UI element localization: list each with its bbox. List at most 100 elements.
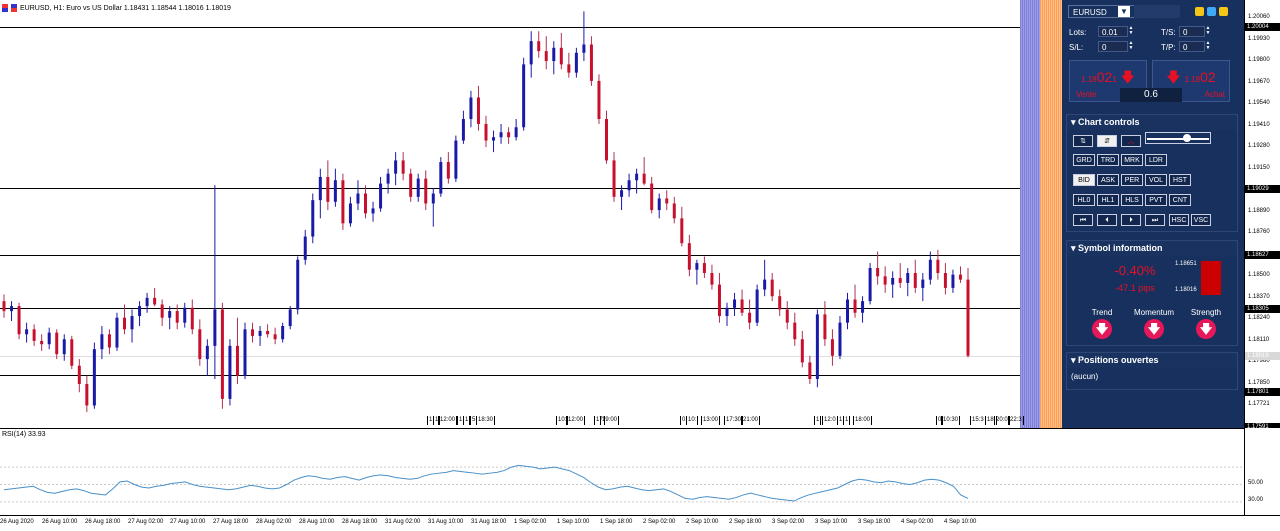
- time-tick: 2 Sep 18:00: [729, 519, 762, 525]
- control-button-ldr[interactable]: LDR: [1145, 154, 1167, 166]
- candle-body: [153, 297, 157, 305]
- candle-body: [168, 311, 172, 318]
- candle-body: [928, 259, 932, 280]
- control-button-pvt[interactable]: PVT: [1145, 194, 1167, 206]
- link-icon[interactable]: [1195, 7, 1204, 16]
- rsi-panel[interactable]: RSI(14) 33.93: [0, 428, 1244, 516]
- price-chart[interactable]: 1 1 12:00 1 1 5 18:30 10: 12:00 17 19:00 0 10: 13:00 1…: [0, 0, 1244, 428]
- candle-body: [55, 332, 59, 355]
- time-tick: 1 Sep 10:00: [557, 519, 590, 525]
- tp-field[interactable]: 0: [1179, 41, 1205, 52]
- sl-stepper[interactable]: ▲ ▼: [1128, 41, 1134, 52]
- session-marks: 1 1 12:00 1 1 5 18:30 10: 12:00 17 19:00 0 10: 13:00 1…: [0, 416, 1062, 426]
- control-button-⏭[interactable]: ⏭: [1145, 214, 1165, 226]
- candle-body: [567, 64, 571, 73]
- candle-body: [47, 332, 51, 345]
- rsi-line: [0, 464, 1244, 503]
- candle-body: [10, 306, 14, 312]
- chevron-down-icon[interactable]: ▼: [1118, 6, 1130, 17]
- candle-body: [386, 173, 390, 184]
- lots-stepper[interactable]: ▲ ▼: [1128, 26, 1134, 37]
- chart-type-candle-button[interactable]: ⇅: [1073, 135, 1093, 147]
- price-axis[interactable]: 1.20060 1.19930 1.19800 1.19670 1.19540 1.194…: [1244, 0, 1280, 431]
- control-button-hls[interactable]: HLS: [1121, 194, 1143, 206]
- candle-body: [793, 322, 797, 340]
- candle-body: [364, 193, 367, 214]
- lots-field[interactable]: 0.01: [1098, 26, 1128, 37]
- chart-controls-section: ▾ Chart controls ⇅ ⇵ ︿ GRD TRD MRK LDR BID AS…: [1066, 114, 1238, 232]
- control-button-hsc[interactable]: HSC: [1169, 214, 1189, 226]
- info-icon[interactable]: [1219, 7, 1228, 16]
- ts-field[interactable]: 0: [1179, 26, 1205, 37]
- control-button-grd[interactable]: GRD: [1073, 154, 1095, 166]
- candle-body: [537, 41, 541, 52]
- candle-body: [763, 279, 767, 290]
- control-button-mrk[interactable]: MRK: [1121, 154, 1143, 166]
- candle-body: [529, 41, 533, 65]
- candle-body: [665, 198, 669, 204]
- time-tick: 28 Aug 10:00: [299, 519, 335, 525]
- gear-icon[interactable]: [1207, 7, 1216, 16]
- price-tick: 1.19670: [1248, 78, 1270, 85]
- candle-body: [190, 307, 194, 330]
- chart-controls-header[interactable]: ▾ Chart controls: [1067, 115, 1237, 130]
- candle-body: [702, 263, 706, 274]
- time-tick: 26 Aug 10:00: [42, 519, 78, 525]
- control-button-hl1[interactable]: HL1: [1097, 194, 1119, 206]
- sl-label: S/L:: [1069, 43, 1084, 52]
- control-button-hl0[interactable]: HL0: [1073, 194, 1095, 206]
- candle-body: [612, 160, 616, 197]
- control-button-vsc[interactable]: VSC: [1191, 214, 1211, 226]
- candle-body: [145, 297, 149, 307]
- symbol-info-header[interactable]: ▾ Symbol information: [1067, 241, 1237, 256]
- candle-body: [883, 276, 887, 285]
- candle-body: [921, 279, 925, 288]
- control-button-vol[interactable]: VOL: [1145, 174, 1167, 186]
- rsi-tick: 50.00: [1248, 479, 1264, 486]
- chart-type-bar-button[interactable]: ⇵: [1097, 135, 1117, 147]
- candle-body: [25, 329, 29, 335]
- session-mark: 10:: [686, 416, 699, 425]
- price-tick: 1.18500: [1248, 272, 1270, 279]
- session-mark: 1: [843, 416, 851, 425]
- time-tick: 2 Sep 02:00: [643, 519, 676, 525]
- candle-body: [85, 383, 89, 406]
- candle-body: [552, 47, 556, 62]
- chart-title: EURUSD, H1: Euro vs US Dollar 1.18431 1.…: [2, 4, 231, 12]
- candle-body: [379, 183, 383, 209]
- candle-body: [446, 162, 450, 179]
- candle-body: [906, 273, 910, 283]
- sl-field[interactable]: 0: [1098, 41, 1128, 52]
- symbol-input[interactable]: [1134, 5, 1180, 18]
- control-button-per[interactable]: PER: [1121, 174, 1143, 186]
- control-button-⏮[interactable]: ⏮: [1073, 214, 1093, 226]
- tp-stepper[interactable]: ▲ ▼: [1205, 41, 1211, 52]
- price-label: 1.18019: [1245, 351, 1280, 360]
- control-button-⏵[interactable]: ⏵: [1121, 214, 1141, 226]
- candle-body: [401, 160, 405, 174]
- candle-body: [891, 277, 895, 285]
- candle-body: [725, 307, 729, 317]
- control-button-⏴[interactable]: ⏴: [1097, 214, 1117, 226]
- candle-body: [273, 334, 277, 340]
- price-tick: 1.19930: [1248, 35, 1270, 42]
- candle-body: [559, 47, 563, 65]
- control-button-bid[interactable]: BID: [1073, 174, 1095, 186]
- control-button-trd[interactable]: TRD: [1097, 154, 1119, 166]
- candle-body: [710, 273, 714, 285]
- candle-body: [288, 309, 292, 326]
- candle-body: [70, 339, 74, 366]
- low-value: 1.18016: [1175, 287, 1197, 293]
- candle-body: [650, 183, 654, 211]
- price-tick: 1.19150: [1248, 164, 1270, 171]
- control-button-ask[interactable]: ASK: [1097, 174, 1119, 186]
- symbol-value: EURUSD: [1073, 8, 1107, 17]
- session-mark: 12:0: [822, 416, 838, 425]
- control-button-hst[interactable]: HST: [1169, 174, 1191, 186]
- ts-stepper[interactable]: ▲ ▼: [1205, 26, 1211, 37]
- zoom-slider-knob[interactable]: [1183, 134, 1191, 142]
- positions-header[interactable]: ▾ Positions ouvertes: [1067, 353, 1237, 368]
- chart-type-line-button[interactable]: ︿: [1121, 135, 1141, 147]
- control-button-cnt[interactable]: CNT: [1169, 194, 1191, 206]
- session-mark: 18:00: [853, 416, 873, 425]
